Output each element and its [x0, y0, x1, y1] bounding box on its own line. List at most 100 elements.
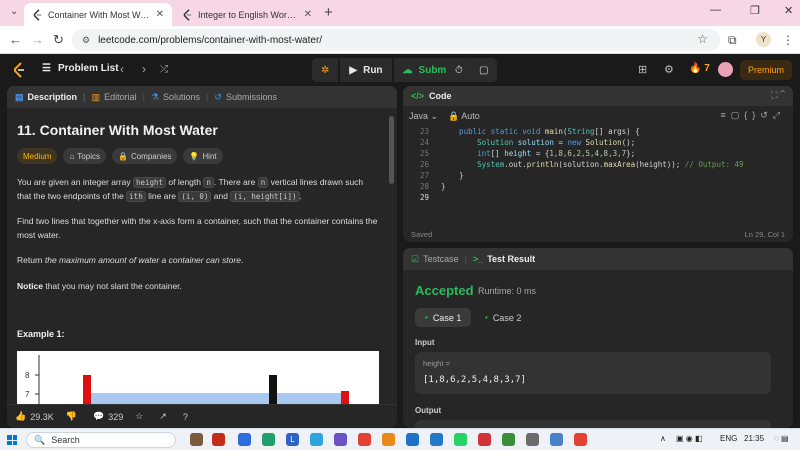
problem-list-button[interactable]: ☰ Problem List	[42, 63, 119, 74]
inline-code: (i, 0)	[178, 190, 212, 202]
input-language[interactable]: ENG	[720, 434, 737, 443]
case-2-tab[interactable]: • Case 2	[475, 308, 531, 327]
close-tab-icon[interactable]: ✕	[304, 9, 312, 20]
output-label: Output	[415, 406, 442, 415]
tab-description[interactable]: ▤ Description |	[15, 92, 86, 103]
language-select[interactable]: Java ⌄	[409, 111, 438, 122]
shuffle-icon[interactable]: ⤮	[160, 64, 168, 75]
bookmark-star-icon[interactable]: ☆	[697, 32, 708, 46]
streak-count: 7	[704, 63, 710, 74]
app-icon[interactable]	[502, 433, 515, 446]
code-line: 27 }	[419, 171, 464, 180]
tab-test-result[interactable]: >_ Test Result	[473, 254, 535, 264]
chrome-icon[interactable]	[574, 433, 587, 446]
comment-count: 329	[108, 411, 124, 422]
tab-testcase[interactable]: ☑ Testcase	[411, 254, 459, 265]
settings-gear-icon[interactable]: ⚙	[664, 63, 674, 76]
streak-counter[interactable]: 🔥 7	[689, 63, 710, 74]
topics-chip[interactable]: ⌂ Topics	[63, 148, 106, 164]
favorite-button[interactable]: ☆	[135, 411, 147, 422]
app-icon[interactable]	[334, 433, 347, 446]
back-icon[interactable]: ←	[9, 32, 22, 47]
problem-title: 11. Container With Most Water	[17, 122, 218, 138]
editor-actions[interactable]: ≡▢{}↺⤢	[720, 110, 785, 121]
vscode-icon[interactable]	[430, 433, 443, 446]
history-icon: ↺	[214, 91, 222, 102]
inline-code: n	[257, 177, 269, 188]
autocomplete-mode[interactable]: 🔒 Auto	[448, 111, 480, 122]
tray-icons[interactable]: ▣ ◉ ◧	[676, 434, 703, 443]
chrome-icon[interactable]	[358, 433, 371, 446]
code-editor[interactable]: 23 public static void main(String[] args…	[403, 126, 793, 203]
windows-start-icon[interactable]	[7, 435, 17, 445]
tab-submissions[interactable]: ↺ Submissions	[214, 92, 277, 103]
app-icon[interactable]	[406, 433, 419, 446]
like-button[interactable]: 👍 29.3K	[15, 411, 54, 422]
timer-button[interactable]: ⏱	[446, 58, 472, 82]
taskbar-search[interactable]: 🔍 Search	[26, 432, 176, 448]
dislike-button[interactable]: 👎	[66, 411, 81, 422]
browser-tab-active[interactable]: Container With Most Water - Le ✕	[24, 3, 172, 26]
prev-problem-icon[interactable]: ‹	[120, 62, 124, 76]
widgets-icon[interactable]	[190, 433, 203, 446]
star-icon: ☆	[135, 411, 144, 421]
extensions-icon[interactable]: ⧉	[728, 33, 737, 48]
share-button[interactable]: ↗	[159, 411, 171, 422]
file-explorer-icon[interactable]	[238, 433, 251, 446]
companies-chip[interactable]: 🔒 Companies	[111, 148, 178, 164]
description-scrollbar[interactable]	[389, 116, 394, 184]
restore-icon[interactable]: ❐	[750, 4, 760, 17]
premium-button[interactable]: Premium	[740, 60, 793, 80]
chip-label: Topics	[77, 151, 100, 161]
note-icon: ▢	[479, 64, 489, 76]
edge-icon[interactable]	[262, 433, 275, 446]
debug-button[interactable]: ✲	[312, 58, 339, 82]
close-tab-icon[interactable]: ✕	[156, 9, 164, 20]
app-icon[interactable]	[212, 433, 225, 446]
maximize-icon[interactable]: ⛶ ⌃	[771, 90, 785, 101]
description-paragraph: You are given an integer array height of…	[17, 177, 364, 202]
terminal-icon: >_	[472, 254, 484, 264]
book-icon: ▥	[91, 91, 101, 102]
next-problem-icon[interactable]: ›	[142, 62, 146, 76]
profile-avatar[interactable]: Y	[756, 32, 771, 47]
site-info-icon[interactable]: ⚙	[82, 35, 90, 46]
tab-solutions[interactable]: ⚗ Solutions |	[151, 92, 208, 103]
reload-icon[interactable]: ↻	[53, 32, 64, 48]
hint-chip[interactable]: 💡 Hint	[183, 148, 223, 164]
lightbulb-icon: 💡	[189, 151, 200, 161]
whatsapp-icon[interactable]	[454, 433, 467, 446]
browser-menu-icon[interactable]: ⋮	[782, 33, 794, 47]
tab-editorial[interactable]: ▥ Editorial |	[92, 92, 145, 103]
cursor-position: Ln 29, Col 1	[744, 229, 785, 239]
close-window-icon[interactable]: ✕	[784, 4, 793, 17]
browser-tab[interactable]: Integer to English Words - Leet ✕	[174, 3, 320, 26]
url-bar[interactable]: ⚙ leetcode.com/problems/container-with-m…	[72, 29, 720, 51]
notification-icon[interactable]: ◌ ▤	[774, 434, 789, 443]
minimize-icon[interactable]: —	[710, 4, 721, 16]
layout-grid-icon[interactable]: ⊞	[638, 63, 647, 76]
app-icon[interactable]	[550, 433, 563, 446]
notes-button[interactable]: ▢	[470, 58, 498, 82]
l-app-icon[interactable]: L	[286, 433, 299, 446]
comments-button[interactable]: 💬 329	[93, 411, 123, 422]
water-area	[87, 393, 343, 404]
tag-icon: ⌂	[69, 151, 75, 161]
app-icon[interactable]	[382, 433, 395, 446]
clock[interactable]: 21:35	[744, 434, 764, 443]
inline-code: n	[203, 177, 214, 188]
forward-icon[interactable]: →	[31, 32, 44, 47]
tray-chevron-icon[interactable]: ∧	[660, 434, 666, 443]
run-button[interactable]: ▶ Run	[340, 58, 392, 82]
leetcode-logo[interactable]	[12, 62, 26, 78]
checkbox-icon: ☑	[411, 253, 420, 264]
new-tab-icon[interactable]: +	[324, 4, 333, 21]
telegram-icon[interactable]	[310, 433, 323, 446]
tab-search-icon[interactable]: ⌄	[10, 6, 18, 17]
fire-icon: 🔥	[689, 63, 702, 74]
case-1-tab[interactable]: • Case 1	[415, 308, 472, 327]
app-icon[interactable]	[478, 433, 491, 446]
user-avatar[interactable]	[718, 62, 733, 77]
app-icon[interactable]	[526, 433, 539, 446]
help-button[interactable]: ?	[183, 412, 192, 422]
